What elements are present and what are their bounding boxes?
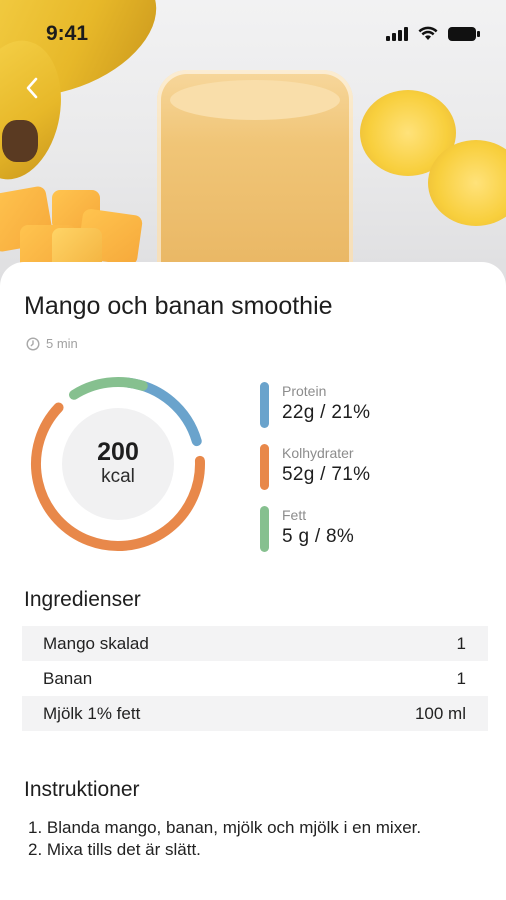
macro-list: Protein 22g / 21% Kolhydrater 52g / 71% … (260, 382, 370, 568)
status-bar: 9:41 (0, 0, 506, 64)
calorie-center: 200 kcal (62, 408, 174, 520)
clock-icon (26, 336, 40, 351)
ingredient-name: Mjölk 1% fett (43, 703, 141, 723)
duration-text: 5 min (46, 336, 78, 351)
macro-color-bar (260, 506, 269, 552)
macro-label: Protein (282, 383, 327, 399)
duration-row: 5 min (26, 336, 78, 351)
ingredient-row: Mango skalad 1 (22, 626, 488, 661)
battery-icon (448, 26, 480, 41)
cellular-signal-icon (386, 26, 408, 41)
kcal-value: 200 (97, 437, 139, 466)
ingredient-amount: 100 ml (414, 703, 466, 723)
calorie-ring: 200 kcal (28, 374, 208, 554)
recipe-title: Mango och banan smoothie (24, 292, 333, 320)
status-icons (386, 26, 480, 41)
status-time: 9:41 (46, 22, 89, 45)
wifi-icon (418, 26, 438, 40)
macro-value: 22g / 21% (282, 402, 371, 423)
chevron-left-icon (26, 77, 38, 99)
macro-fat: Fett 5 g / 8% (260, 506, 370, 556)
smoothie-foam (170, 80, 340, 120)
macro-color-bar (260, 382, 269, 428)
back-button[interactable] (14, 70, 50, 106)
instruction-step: 1. Blanda mango, banan, mjölk och mjölk … (28, 818, 422, 837)
ingredient-row: Banan 1 (22, 661, 488, 696)
instructions-heading: Instruktioner (24, 778, 140, 801)
ingredient-amount: 1 (456, 633, 466, 653)
recipe-sheet: Mango och banan smoothie 5 min 200 kcal … (0, 262, 506, 900)
macro-color-bar (260, 444, 269, 490)
instructions-list: 1. Blanda mango, banan, mjölk och mjölk … (28, 817, 468, 861)
banana-stem (2, 120, 38, 162)
macro-label: Kolhydrater (282, 445, 354, 461)
macro-protein: Protein 22g / 21% (260, 382, 370, 432)
macro-value: 5 g / 8% (282, 526, 355, 547)
lemon-half (428, 140, 506, 226)
ingredient-name: Mango skalad (43, 633, 149, 653)
ingredient-amount: 1 (456, 668, 466, 688)
macro-carbs: Kolhydrater 52g / 71% (260, 444, 370, 494)
ingredients-heading: Ingredienser (24, 588, 141, 611)
macro-value: 52g / 71% (282, 464, 371, 485)
ingredient-row: Mjölk 1% fett 100 ml (22, 696, 488, 731)
ingredients-table: Mango skalad 1 Banan 1 Mjölk 1% fett 100… (22, 626, 488, 731)
kcal-unit: kcal (101, 466, 135, 488)
ingredient-name: Banan (43, 668, 93, 688)
macro-label: Fett (282, 507, 307, 523)
ring-segment-fett (69, 377, 148, 400)
instruction-step: 2. Mixa tills det är slätt. (28, 840, 201, 859)
